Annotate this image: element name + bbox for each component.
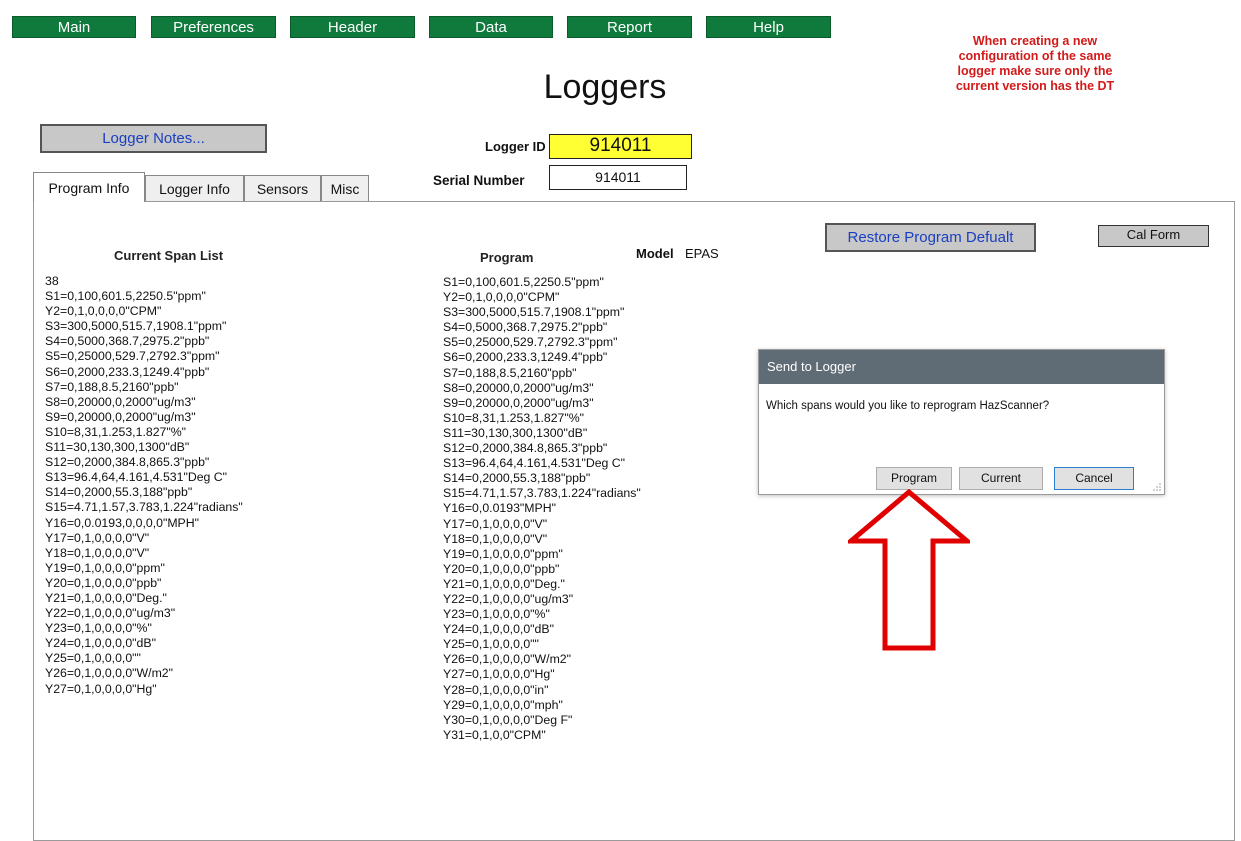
program-span-line: Y27=0,1,0,0,0,0"Hg" <box>443 667 555 682</box>
current-span-line: S3=300,5000,515.7,1908.1"ppm" <box>45 319 227 334</box>
dt-warning-note: When creating a new configuration of the… <box>930 34 1140 94</box>
serial-number-label: Serial Number <box>433 173 525 188</box>
current-span-line: S7=0,188,8.5,2160"ppb" <box>45 379 179 394</box>
send-to-logger-dialog: Send to Logger Which spans would you lik… <box>758 349 1165 495</box>
program-span-line: Y16=0,0.0193"MPH" <box>443 501 556 516</box>
program-span-line: Y20=0,1,0,0,0,0"ppb" <box>443 561 560 576</box>
current-span-line: S9=0,20000,0,2000"ug/m3" <box>45 409 196 424</box>
current-span-line: Y25=0,1,0,0,0,0"" <box>45 651 141 666</box>
program-span-line: Y25=0,1,0,0,0,0"" <box>443 637 539 652</box>
nav-header-button[interactable]: Header <box>290 16 415 38</box>
current-span-line: Y22=0,1,0,0,0,0"ug/m3" <box>45 606 176 621</box>
program-span-line: Y24=0,1,0,0,0,0"dB" <box>443 622 554 637</box>
serial-number-field[interactable]: 914011 <box>549 165 687 190</box>
program-span-line: Y19=0,1,0,0,0,0"ppm" <box>443 546 563 561</box>
warning-line: current version has the DT <box>955 79 1115 93</box>
current-span-line: S4=0,5000,368.7,2975.2"ppb" <box>45 334 210 349</box>
current-span-line: S11=30,130,300,1300"dB" <box>45 440 190 455</box>
program-span-line: S13=96.4,64,4.161,4.531"Deg C" <box>443 456 626 471</box>
program-span-line: S11=30,130,300,1300"dB" <box>443 425 588 440</box>
restore-program-default-button[interactable]: Restore Program Defualt <box>825 223 1036 252</box>
nav-data-button[interactable]: Data <box>429 16 553 38</box>
logger-id-field[interactable]: 914011 <box>549 134 692 159</box>
tab-logger-info[interactable]: Logger Info <box>145 175 244 202</box>
model-value: EPAS <box>685 246 719 261</box>
program-span-line: S1=0,100,601.5,2250.5"ppm" <box>443 275 604 289</box>
current-span-list: 38 S1=0,100,601.5,2250.5"ppm" Y2=0,1,0,0,0… <box>45 274 243 697</box>
program-span-line: Y21=0,1,0,0,0,0"Deg." <box>443 576 565 591</box>
warning-line: When creating a new <box>972 34 1098 48</box>
current-span-line: S8=0,20000,0,2000"ug/m3" <box>45 394 196 409</box>
dialog-title: Send to Logger <box>759 350 1164 384</box>
program-span-line: Y18=0,1,0,0,0,0"V" <box>443 531 548 546</box>
program-span-line: Y29=0,1,0,0,0,0"mph" <box>443 697 563 712</box>
current-span-line: S12=0,2000,384.8,865.3"ppb" <box>45 455 210 470</box>
dialog-message: Which spans would you like to reprogram … <box>766 400 1050 412</box>
cal-form-button[interactable]: Cal Form <box>1098 225 1209 247</box>
program-heading: Program <box>480 250 534 265</box>
warning-line: configuration of the same <box>958 49 1112 63</box>
tab-sensors[interactable]: Sensors <box>244 175 321 202</box>
current-span-line: Y24=0,1,0,0,0,0"dB" <box>45 636 156 651</box>
program-span-line: S12=0,2000,384.8,865.3"ppb" <box>443 441 608 456</box>
program-span-line: Y2=0,1,0,0,0,0"CPM" <box>443 290 560 305</box>
current-span-line: Y20=0,1,0,0,0,0"ppb" <box>45 575 162 590</box>
program-span-line: Y22=0,1,0,0,0,0"ug/m3" <box>443 591 574 606</box>
program-button[interactable]: Program <box>876 467 952 490</box>
program-span-line: S9=0,20000,0,2000"ug/m3" <box>443 395 594 410</box>
current-span-line: Y17=0,1,0,0,0,0"V" <box>45 530 150 545</box>
warning-line: logger make sure only the <box>957 64 1113 78</box>
program-span-line: Y17=0,1,0,0,0,0"V" <box>443 516 548 531</box>
current-span-line: S10=8,31,1.253,1.827"%" <box>45 424 187 439</box>
program-span-line: Y31=0,1,0,0"CPM" <box>443 727 546 742</box>
current-span-line: S15=4.71,1.57,3.783,1.224"radians" <box>45 500 243 515</box>
program-span-line: S4=0,5000,368.7,2975.2"ppb" <box>443 320 608 335</box>
nav-main-button[interactable]: Main <box>12 16 136 38</box>
current-span-line: 38 <box>45 274 59 288</box>
current-span-list-heading: Current Span List <box>114 248 224 263</box>
current-span-line: Y19=0,1,0,0,0,0"ppm" <box>45 560 165 575</box>
tab-program-info[interactable]: Program Info <box>33 172 145 202</box>
current-span-line: Y21=0,1,0,0,0,0"Deg." <box>45 590 167 605</box>
current-span-line: S14=0,2000,55.3,188"ppb" <box>45 485 193 500</box>
model-label: Model <box>636 246 674 261</box>
cancel-button[interactable]: Cancel <box>1054 467 1134 490</box>
nav-help-button[interactable]: Help <box>706 16 831 38</box>
current-span-line: Y26=0,1,0,0,0,0"W/m2" <box>45 666 174 681</box>
nav-report-button[interactable]: Report <box>567 16 692 38</box>
program-span-line: S15=4.71,1.57,3.783,1.224"radians" <box>443 486 641 501</box>
logger-id-label: Logger ID <box>485 139 546 154</box>
resize-grip-icon[interactable] <box>1152 482 1162 492</box>
program-span-line: S6=0,2000,233.3,1249.4"ppb" <box>443 350 608 365</box>
current-span-line: Y16=0,0.0193,0,0,0,0"MPH" <box>45 515 200 530</box>
program-span-list: S1=0,100,601.5,2250.5"ppm" Y2=0,1,0,0,0,0… <box>443 275 641 743</box>
page-title: Loggers <box>543 68 667 106</box>
current-span-line: Y27=0,1,0,0,0,0"Hg" <box>45 681 157 696</box>
program-span-line: Y30=0,1,0,0,0,0"Deg F" <box>443 712 573 727</box>
program-span-line: S5=0,25000,529.7,2792.3"ppm" <box>443 335 618 350</box>
nav-preferences-button[interactable]: Preferences <box>151 16 276 38</box>
current-span-line: Y23=0,1,0,0,0,0"%" <box>45 621 152 636</box>
program-span-line: Y23=0,1,0,0,0,0"%" <box>443 607 550 622</box>
up-arrow-icon <box>848 489 970 651</box>
logger-notes-button[interactable]: Logger Notes... <box>40 124 267 153</box>
current-span-line: S6=0,2000,233.3,1249.4"ppb" <box>45 364 210 379</box>
program-span-line: S14=0,2000,55.3,188"ppb" <box>443 471 591 486</box>
current-span-line: Y2=0,1,0,0,0,0"CPM" <box>45 304 162 319</box>
tab-misc[interactable]: Misc <box>321 175 369 202</box>
current-span-line: S13=96.4,64,4.161,4.531"Deg C" <box>45 470 228 485</box>
current-span-line: S5=0,25000,529.7,2792.3"ppm" <box>45 349 220 364</box>
current-span-line: S1=0,100,601.5,2250.5"ppm" <box>45 289 206 304</box>
current-span-line: Y18=0,1,0,0,0,0"V" <box>45 545 150 560</box>
program-span-line: Y26=0,1,0,0,0,0"W/m2" <box>443 652 572 667</box>
program-span-line: Y28=0,1,0,0,0,0"in" <box>443 682 549 697</box>
current-button[interactable]: Current <box>959 467 1043 490</box>
program-span-line: S7=0,188,8.5,2160"ppb" <box>443 365 577 380</box>
program-span-line: S8=0,20000,0,2000"ug/m3" <box>443 380 594 395</box>
program-span-line: S10=8,31,1.253,1.827"%" <box>443 410 585 425</box>
program-span-line: S3=300,5000,515.7,1908.1"ppm" <box>443 305 625 320</box>
